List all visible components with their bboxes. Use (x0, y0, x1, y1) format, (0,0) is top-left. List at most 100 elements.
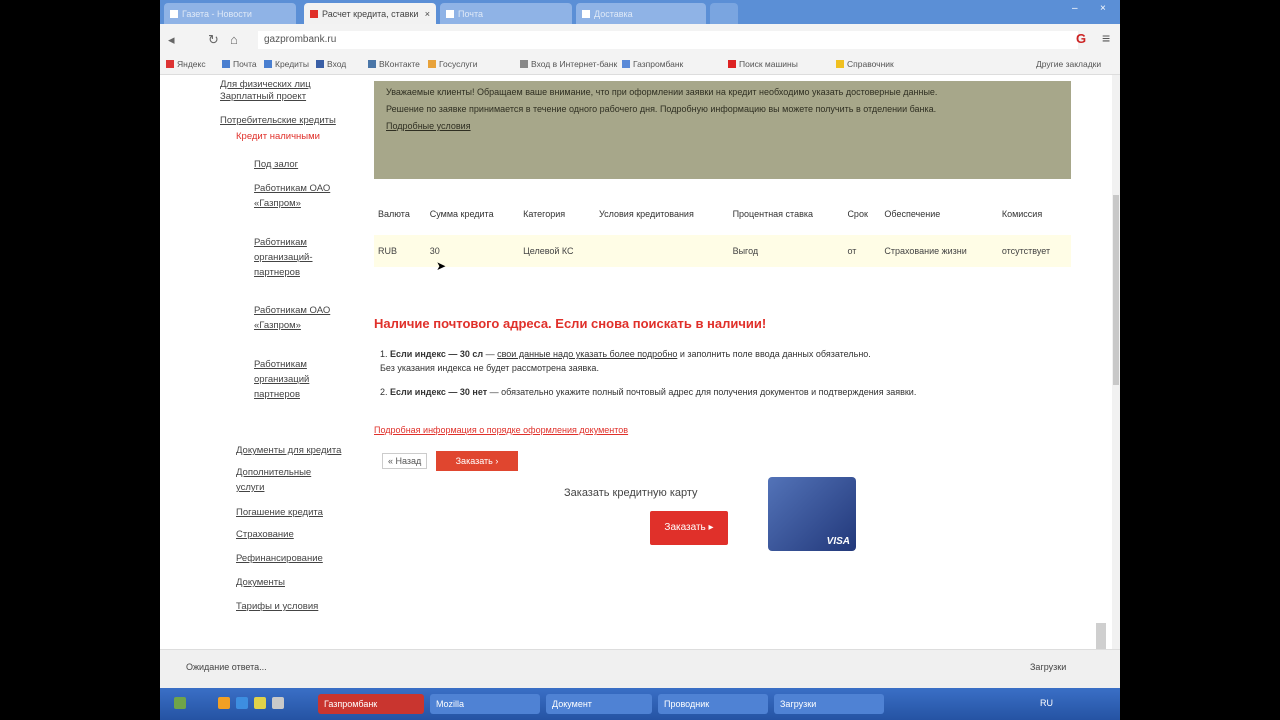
browser-toolbar: ◂ ↻ ⌂ gazprombank.ru G ≡ (160, 24, 1120, 56)
column-header: Условия кредитования (599, 209, 694, 219)
sidebar-subitem[interactable]: Работникам ОАО «Газпром» (254, 303, 344, 333)
page-scrollbar[interactable] (1112, 75, 1120, 649)
menu-icon[interactable]: ≡ (1102, 30, 1110, 46)
sidebar-item-active[interactable]: Кредит наличными (236, 129, 346, 144)
sidebar-item[interactable]: Зарплатный проект (220, 89, 330, 104)
bookmark-icon (622, 60, 630, 68)
sidebar-item[interactable]: Дополнительные услуги (236, 465, 336, 495)
order-card-button[interactable]: Заказать ▸ (650, 511, 728, 545)
taskbar-task[interactable]: Документ (546, 694, 652, 714)
warning-paragraph: 2. Если индекс — 30 нет — обязательно ук… (380, 387, 917, 397)
close-window-icon[interactable]: × (1100, 3, 1106, 14)
bookmark-icon (316, 60, 324, 68)
start-icon[interactable] (174, 697, 186, 709)
sidebar-item[interactable]: Документы для кредита (236, 443, 356, 458)
bookmark-icon (428, 60, 436, 68)
visa-card-image: VISA (768, 477, 856, 551)
sidebar-subitem[interactable]: Работникам ОАО «Газпром» (254, 181, 344, 211)
browser-tab[interactable]: Газета - Новости (164, 3, 296, 24)
sidebar-item[interactable]: Погашение кредита (236, 505, 346, 520)
back-button[interactable]: « Назад (382, 453, 428, 469)
table-row[interactable]: RUB 30 Целевой КС Выгод от Страхование ж… (374, 235, 1071, 267)
notice-link[interactable]: Подробные условия (386, 121, 471, 131)
sidebar-item[interactable]: Документы (236, 575, 346, 590)
sidebar-subitem[interactable]: Работникам организаций-партнеров (254, 235, 344, 280)
quicklaunch-icon[interactable] (272, 697, 284, 709)
bookmarks-bar: Яндекс Почта Кредиты Вход ВКонтакте Госу… (160, 56, 1120, 75)
bookmark-icon (264, 60, 272, 68)
table-cell: от (843, 235, 881, 267)
reload-icon[interactable]: ↻ (208, 32, 219, 48)
column-header: Сумма кредита (429, 209, 494, 219)
browser-tab-active[interactable]: Расчет кредита, ставки × (304, 3, 436, 24)
tab-label: Почта (458, 8, 483, 19)
close-tab-icon[interactable]: × (425, 9, 430, 19)
bookmark-item[interactable]: Кредиты (264, 59, 309, 69)
bookmark-icon (368, 60, 376, 68)
quicklaunch-icon[interactable] (236, 697, 248, 709)
bookmark-item[interactable]: Яндекс (166, 59, 206, 69)
sidebar-subitem[interactable]: Под залог (254, 157, 344, 172)
quicklaunch-icon[interactable] (254, 697, 266, 709)
card-promo-text: Заказать кредитную карту (564, 487, 698, 499)
mouse-cursor-icon: ➤ (436, 259, 447, 273)
column-header: Процентная ставка (732, 209, 813, 219)
bookmark-icon (728, 60, 736, 68)
browser-tab[interactable]: Доставка (576, 3, 706, 24)
taskbar-task[interactable]: Проводник (658, 694, 768, 714)
bookmark-item[interactable]: ВКонтакте (368, 59, 420, 69)
notice-box: Уважаемые клиенты! Обращаем ваше внимани… (374, 81, 1071, 179)
status-text: Ожидание ответа... (186, 662, 267, 672)
quicklaunch-icon[interactable] (218, 697, 230, 709)
product-table: Валюта Сумма кредита Категория Условия к… (374, 193, 1071, 267)
address-bar[interactable]: gazprombank.ru (258, 31, 1078, 49)
table-header-row: Валюта Сумма кредита Категория Условия к… (374, 193, 1071, 235)
feedback-tab[interactable] (1096, 623, 1106, 649)
bookmark-icon (166, 60, 174, 68)
sidebar-item[interactable]: Потребительские кредиты (220, 113, 360, 128)
table-cell: отсутствует (997, 235, 1071, 267)
os-taskbar: Газпромбанк Mozilla Документ Проводник З… (160, 688, 1120, 720)
taskbar-task[interactable]: Mozilla (430, 694, 540, 714)
table-cell: RUB (374, 235, 426, 267)
taskbar-task[interactable]: Газпромбанк (318, 694, 424, 714)
bookmark-item[interactable]: Госуслуги (428, 59, 477, 69)
order-button[interactable]: Заказать › (436, 451, 518, 471)
details-link[interactable]: Подробная информация о порядке оформлени… (374, 425, 628, 435)
sidebar-subitem[interactable]: Работникам организаций партнеров (254, 357, 344, 402)
page-content: Для физических лиц Зарплатный проект Пот… (160, 75, 1112, 649)
browser-window: Газета - Новости Расчет кредита, ставки … (160, 0, 1120, 720)
sidebar-item[interactable]: Тарифы и условия (236, 599, 336, 614)
bookmark-item[interactable]: Газпромбанк (622, 59, 683, 69)
downloads-button[interactable]: Загрузки (1030, 662, 1066, 672)
page-favicon-icon (446, 9, 454, 18)
taskbar-task[interactable]: Загрузки (774, 694, 884, 714)
tab-label: Газета - Новости (182, 8, 252, 19)
warning-link[interactable]: свои данные надо указать более подробно (497, 349, 677, 359)
page-favicon-icon (310, 9, 318, 18)
back-arrow-icon[interactable]: ◂ (168, 32, 175, 48)
bookmark-icon (222, 60, 230, 68)
sidebar-item[interactable]: Страхование (236, 527, 346, 542)
new-tab-button[interactable] (710, 3, 738, 24)
bookmark-item[interactable]: Поиск машины (728, 59, 798, 69)
tab-label: Доставка (594, 8, 633, 19)
table-cell: Выгод (728, 235, 844, 267)
page-favicon-icon (170, 9, 178, 18)
scrollbar-thumb[interactable] (1113, 195, 1119, 385)
sidebar-item[interactable]: Рефинансирование (236, 551, 346, 566)
url-text: gazprombank.ru (264, 34, 337, 45)
bookmark-item[interactable]: Вход (316, 59, 346, 69)
minimize-icon[interactable]: – (1072, 3, 1078, 14)
bookmark-item[interactable]: Вход в Интернет-банк (520, 59, 617, 69)
table-cell: Целевой КС (519, 235, 596, 267)
tab-strip: Газета - Новости Расчет кредита, ставки … (160, 0, 1120, 24)
system-tray-clock: RU (1040, 698, 1053, 708)
browser-tab[interactable]: Почта (440, 3, 572, 24)
other-bookmarks[interactable]: Другие закладки (1036, 59, 1101, 69)
extension-icon[interactable]: G (1076, 31, 1092, 47)
bookmark-item[interactable]: Справочник (836, 59, 894, 69)
home-icon[interactable]: ⌂ (230, 32, 238, 47)
bookmark-item[interactable]: Почта (222, 59, 257, 69)
column-header: Категория (523, 209, 566, 219)
